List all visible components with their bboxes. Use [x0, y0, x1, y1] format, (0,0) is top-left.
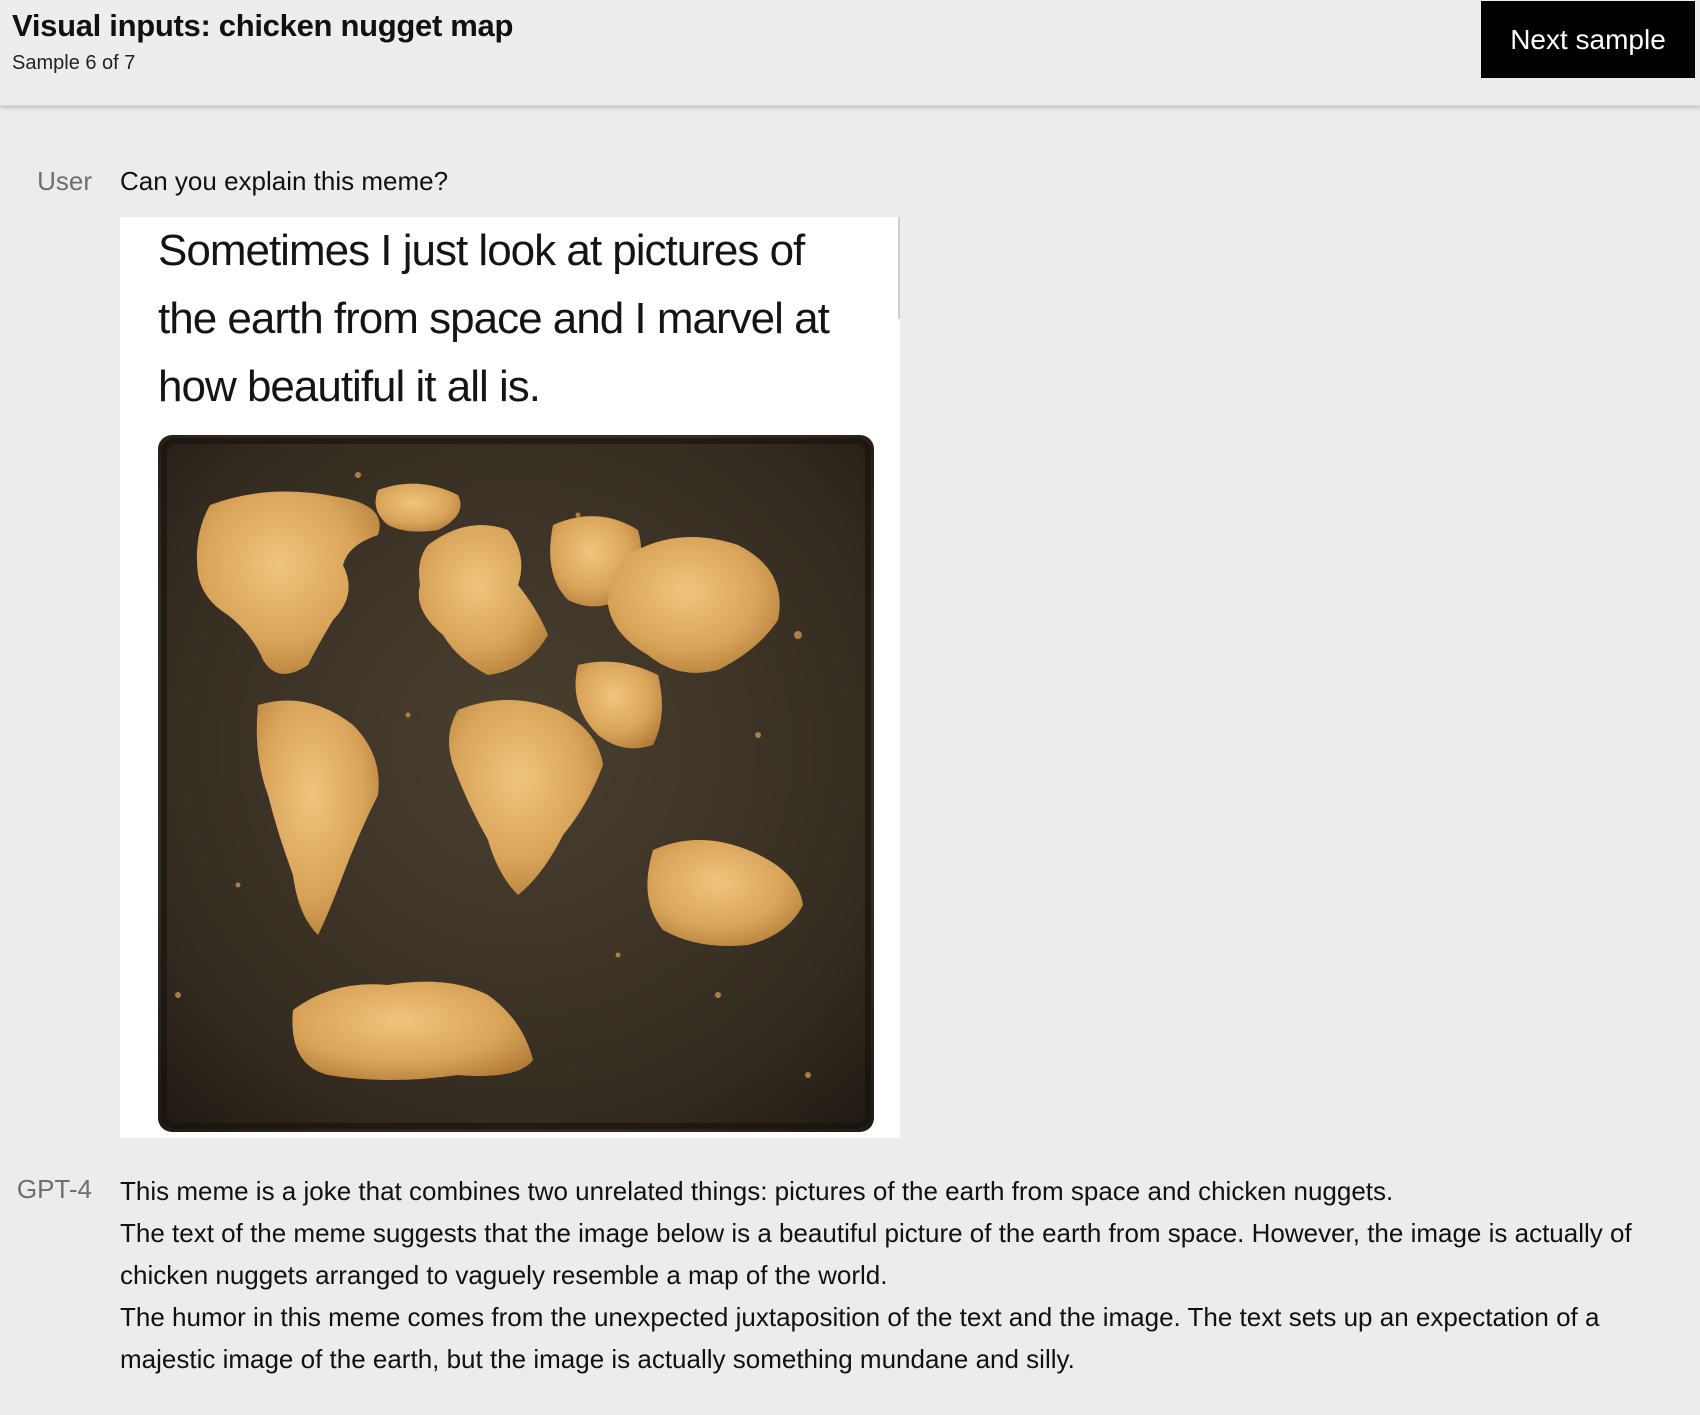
- meme-caption-line: the earth from space and I marvel at: [158, 294, 830, 343]
- assistant-paragraph: The humor in this meme comes from the un…: [120, 1302, 1600, 1374]
- user-role-label: User: [37, 166, 92, 196]
- next-sample-button[interactable]: Next sample: [1481, 1, 1695, 78]
- assistant-paragraph: The text of the meme suggests that the i…: [120, 1218, 1632, 1290]
- page-title: Visual inputs: chicken nugget map: [12, 8, 514, 43]
- meme-caption: Sometimes I just look at pictures of the…: [158, 217, 878, 421]
- image-edge-line: [898, 217, 900, 319]
- header-bar: Visual inputs: chicken nugget map Sample…: [0, 0, 1700, 106]
- user-message: Can you explain this meme?: [120, 166, 449, 196]
- sample-counter: Sample 6 of 7: [12, 52, 136, 74]
- assistant-role-label: GPT-4: [16, 1174, 92, 1204]
- meme-image: Sometimes I just look at pictures of the…: [120, 217, 900, 1138]
- meme-caption-line: Sometimes I just look at pictures of: [158, 226, 805, 275]
- assistant-message: This meme is a joke that combines two un…: [120, 1170, 1695, 1380]
- nugget-tray-photo: [158, 435, 874, 1132]
- assistant-paragraph: This meme is a joke that combines two un…: [120, 1176, 1394, 1206]
- meme-caption-line: how beautiful it all is.: [158, 362, 541, 411]
